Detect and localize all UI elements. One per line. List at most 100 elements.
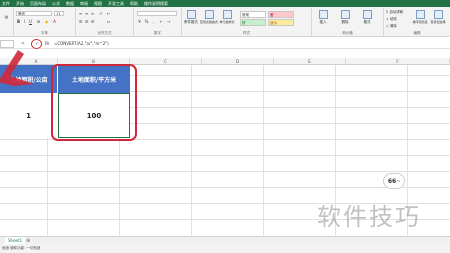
fill-label: 填充 [390,17,398,21]
align-left-icon[interactable]: ☰ [78,19,83,24]
style-neutral[interactable]: 适中 [268,19,294,26]
font-color-icon[interactable]: A [52,19,57,24]
speed-badge: 66 % [383,173,405,189]
clipboard-group: ▤ [0,8,14,36]
speed-value: 66 [387,177,397,185]
cell-a2[interactable]: 1 [0,93,57,138]
merge-center-icon[interactable]: ⇔ [106,19,111,24]
format-icon [362,10,372,19]
column-header-d[interactable]: D [202,58,274,65]
format-button[interactable]: 格式 [360,10,374,30]
underline-icon[interactable]: U [28,19,33,24]
formula-bar: ✕ ✓ fx =CONVERT(A2,"ar","m^2") [0,39,450,49]
cells-group-label: 单元格 [342,31,353,35]
number-group-label: 数字 [154,31,161,35]
clear-label: 清除 [389,24,397,28]
menu-home[interactable]: 开始 [16,1,24,7]
formula-input[interactable]: =CONVERT(A2,"ar","m^2") [54,40,450,48]
delete-icon [340,10,350,19]
clear-button[interactable]: ◇ 清除 [386,24,397,29]
align-middle-icon[interactable]: ≡ [84,11,89,16]
watermark: 软件技巧 [317,203,421,231]
number-format-select[interactable] [137,11,177,16]
insert-button[interactable]: 插入 [316,10,330,30]
autosum-button[interactable]: Σ 自动求和 [386,10,403,15]
menu-page-layout[interactable]: 页面布局 [30,1,46,7]
status-bar: 就绪 辅助功能: 一切就绪 [0,244,450,253]
delete-label: 删除 [341,20,349,24]
fill-down-icon: ↓ [386,17,389,21]
sort-filter-label: 排序和筛选 [412,20,428,24]
conditional-format-icon [186,10,196,19]
ribbon-tab-strip: 文件 开始 页面布局 公式 数据 审阅 视图 开发工具 帮助 操作说明搜索 [0,0,450,7]
number-group: ¥ % , ← → 数字 [134,8,182,36]
style-good[interactable]: 好 [240,19,266,26]
sort-filter-button[interactable]: 排序和筛选 [412,10,428,30]
align-top-icon[interactable]: ≡ [78,11,83,16]
orientation-icon[interactable]: ↗ [98,11,103,16]
autosum-label: 自动求和 [389,10,404,14]
wrap-text-icon[interactable]: ↵ [106,11,111,16]
border-icon[interactable]: ⊞ [36,19,41,24]
sigma-icon: Σ [386,10,389,14]
column-header-c[interactable]: C [130,58,202,65]
italic-icon[interactable]: I [22,19,27,24]
cells-group: 插入 删除 格式 单元格 [312,8,384,36]
menu-formulas[interactable]: 公式 [52,1,60,7]
increase-decimal-icon[interactable]: ← [159,19,164,24]
menu-tell-me[interactable]: 操作说明搜索 [144,1,168,7]
insert-label: 插入 [319,20,327,24]
highlight-rectangle [51,64,137,141]
alignment-group: ≡ ≡ ≡ ↗ ☰ ☰ ☰ ↵ ⇔ 对齐方式 [76,8,134,36]
align-bottom-icon[interactable]: ≡ [90,11,95,16]
cell-styles-icon [222,10,232,19]
style-bad[interactable]: 差 [268,11,294,18]
column-header-e[interactable]: E [274,58,346,65]
eraser-icon: ◇ [386,24,389,28]
decrease-decimal-icon[interactable]: → [166,19,171,24]
sheet-tab-bar: Sheet1 ⊕ [0,236,450,245]
sort-filter-icon [415,10,425,19]
find-select-button[interactable]: 查找和选择 [430,10,446,30]
insert-icon [318,10,328,19]
format-label: 格式 [363,20,371,24]
style-normal[interactable]: 常规 [240,11,266,18]
menu-file[interactable]: 文件 [2,1,10,7]
menu-data[interactable]: 数据 [66,1,74,7]
search-icon [433,10,443,19]
delete-button[interactable]: 删除 [338,10,352,30]
conditional-format-button[interactable]: 条件格式 [184,10,198,30]
menu-help[interactable]: 帮助 [130,1,138,7]
column-header-f[interactable]: F [346,58,450,65]
table-format-button[interactable]: 套用表格格式 [200,10,219,30]
cell-styles-label: 单元格样式 [219,20,235,24]
styles-group-label: 样式 [243,31,250,35]
editing-group-label: 编辑 [413,31,421,35]
cell-styles-button[interactable]: 单元格样式 [219,10,235,30]
percent-icon[interactable]: % [144,19,149,24]
align-right-icon[interactable]: ☰ [90,19,95,24]
table-format-icon [204,10,214,19]
menu-view[interactable]: 视图 [94,1,102,7]
paste-icon[interactable]: ▤ [4,14,9,19]
styles-group: 条件格式 套用表格格式 单元格样式 常规 差 好 适中 样式 [182,8,312,36]
comma-icon[interactable]: , [151,19,156,24]
conditional-format-label: 条件格式 [184,20,198,24]
insert-function-icon[interactable]: fx [44,40,50,48]
menu-review[interactable]: 审阅 [80,1,88,7]
bold-icon[interactable]: B [16,19,21,24]
speed-unit: % [397,179,401,183]
menu-developer[interactable]: 开发工具 [108,1,124,7]
editing-group: Σ 自动求和 ↓ 填充 ◇ 清除 排序和筛选 查找和选择 编辑 [384,8,450,36]
font-name-select[interactable]: 等线 [16,11,52,16]
fill-button[interactable]: ↓ 填充 [386,17,397,22]
alignment-group-label: 对齐方式 [97,31,112,35]
font-group: 等线 11 B I U ⊞ ◆ A 字体 [14,8,76,36]
find-select-label: 查找和选择 [430,20,446,24]
align-center-icon[interactable]: ☰ [84,19,89,24]
font-size-select[interactable]: 11 [54,11,64,16]
currency-icon[interactable]: ¥ [137,19,142,24]
fill-color-icon[interactable]: ◆ [44,19,49,24]
arrow-icon [0,50,34,86]
table-format-label: 套用表格格式 [200,20,219,24]
